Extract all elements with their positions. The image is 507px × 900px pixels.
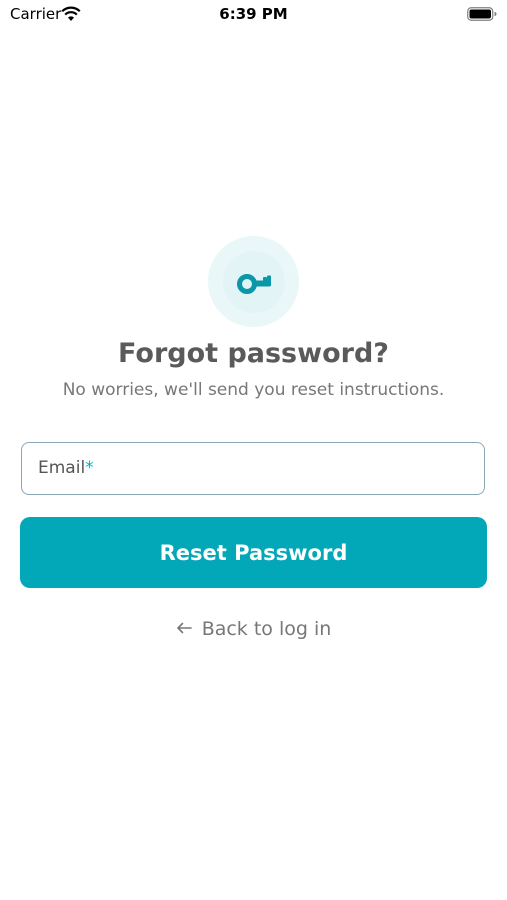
back-to-login-label: Back to log in (201, 618, 332, 640)
page-subtitle: No worries, we'll send you reset instruc… (62, 380, 445, 400)
key-badge-inner (222, 250, 285, 313)
back-to-login-link[interactable]: Back to log in (0, 618, 507, 640)
email-label-text: Email (38, 458, 86, 478)
page-title: Forgot password? (118, 338, 389, 369)
status-time: 6:39 PM (219, 5, 288, 23)
reset-password-button[interactable]: Reset Password (20, 517, 487, 588)
key-badge (208, 236, 299, 327)
key-icon (236, 273, 271, 294)
battery-icon (467, 7, 497, 21)
required-marker: * (85, 458, 94, 478)
email-label: Email* (38, 458, 94, 478)
email-field[interactable]: Email* (21, 442, 485, 495)
arrow-left-icon (176, 619, 192, 639)
status-bar: Carrier 6:39 PM (0, 0, 507, 30)
